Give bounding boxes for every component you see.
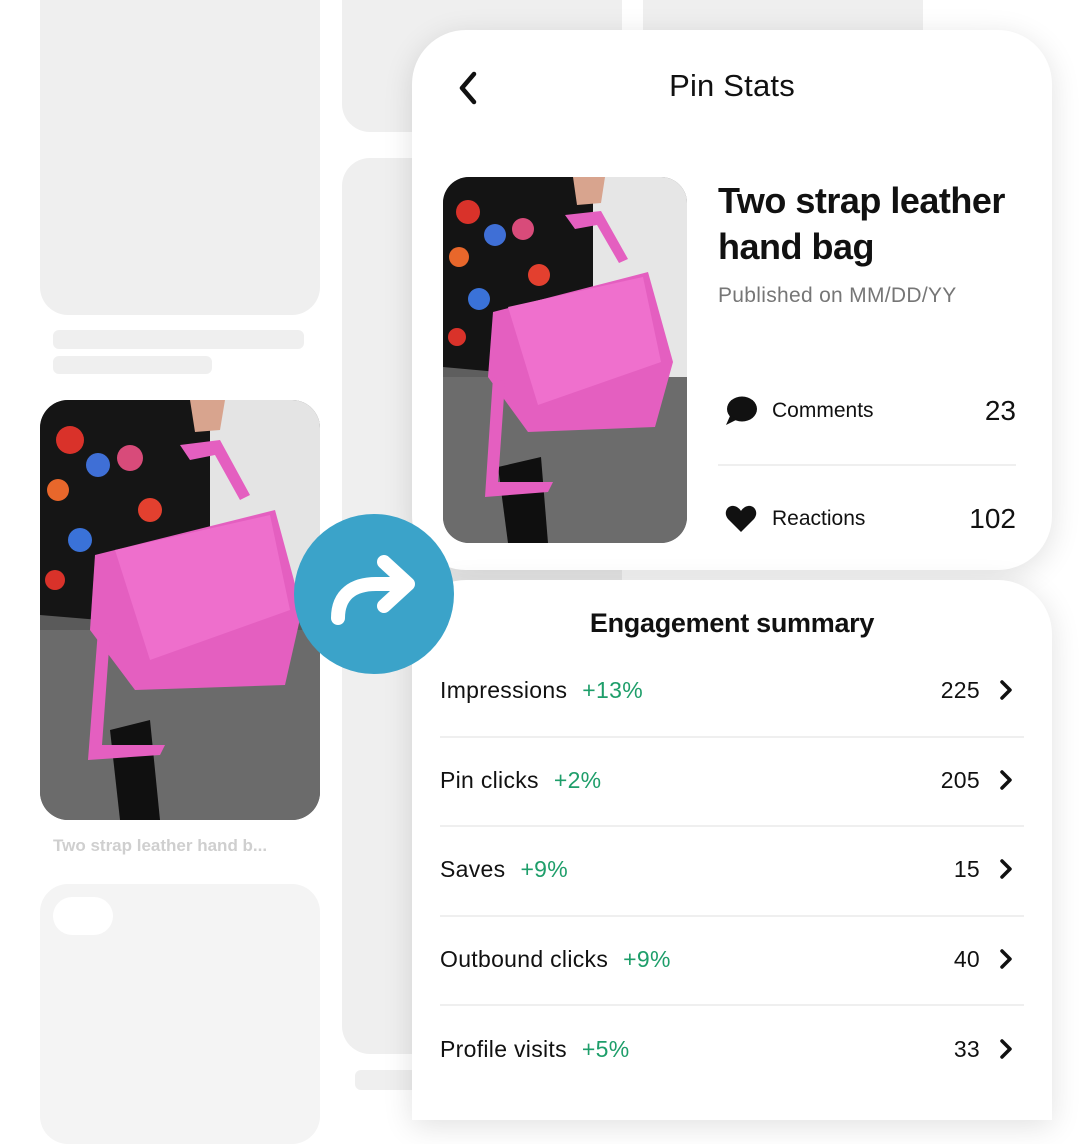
- stat-value: 102: [969, 503, 1016, 534]
- stat-label: Comments: [772, 399, 874, 422]
- stat-value: 23: [984, 395, 1016, 426]
- feed-pin-image[interactable]: [40, 400, 320, 820]
- metric-name: Outbound clicks: [440, 945, 609, 972]
- chevron-right-icon: [1000, 859, 1012, 879]
- stat-label: Reactions: [772, 507, 866, 530]
- metric-delta: +9%: [623, 945, 671, 972]
- feed-placeholder-card: [40, 0, 320, 315]
- metric-delta: +13%: [582, 676, 643, 703]
- metric-value: 15: [953, 855, 980, 882]
- page-title: Pin Stats: [669, 68, 795, 103]
- share-button[interactable]: [294, 514, 454, 674]
- handbag-photo: [40, 400, 320, 820]
- metric-value: 225: [940, 676, 980, 703]
- chevron-right-icon: [1000, 680, 1012, 700]
- pin-stats-card: Pin Stats Two strap leather hand bag Pub…: [412, 30, 1052, 570]
- feed-placeholder-line: [53, 356, 212, 374]
- share-arrow-icon: [331, 555, 415, 625]
- engagement-row-impressions[interactable]: Impressions +13% 225: [440, 645, 1024, 735]
- metric-value: 33: [953, 1035, 980, 1062]
- stat-reactions[interactable]: Reactions 102: [724, 499, 1016, 539]
- feed-placeholder-line: [53, 330, 304, 349]
- engagement-row-saves[interactable]: Saves +9% 15: [440, 824, 1024, 914]
- metric-name: Impressions: [440, 676, 568, 703]
- metric-value: 205: [940, 766, 980, 793]
- engagement-summary-card: Engagement summary Impressions +13% 225 …: [412, 580, 1052, 1120]
- section-title: Engagement summary: [589, 608, 875, 638]
- metric-name: Pin clicks: [440, 766, 539, 793]
- pin-title: Two strap leather hand bag: [718, 180, 1005, 267]
- handbag-photo: [443, 177, 687, 543]
- heart-icon: [724, 502, 758, 536]
- divider: [718, 464, 1016, 466]
- metric-delta: +2%: [553, 766, 602, 793]
- chevron-right-icon: [1000, 949, 1012, 969]
- engagement-row-outbound-clicks[interactable]: Outbound clicks +9% 40: [440, 914, 1024, 1004]
- chevron-right-icon: [1000, 770, 1012, 790]
- metric-name: Profile visits: [440, 1035, 567, 1062]
- feed-placeholder-card: [40, 884, 320, 1144]
- pin-thumbnail[interactable]: [443, 177, 687, 543]
- metric-name: Saves: [440, 855, 506, 882]
- engagement-row-profile-visits[interactable]: Profile visits +5% 33: [440, 1004, 1024, 1094]
- chevron-right-icon: [1000, 1039, 1012, 1059]
- feed-pin-caption[interactable]: Two strap leather hand b...: [53, 836, 267, 856]
- feed-placeholder-badge: [53, 897, 113, 935]
- published-date: Published on MM/DD/YY: [718, 284, 957, 307]
- metric-delta: +9%: [520, 855, 569, 882]
- comment-icon: [724, 394, 758, 428]
- metric-value: 40: [953, 945, 980, 972]
- stat-comments[interactable]: Comments 23: [724, 391, 1016, 431]
- metric-delta: +5%: [581, 1035, 630, 1062]
- engagement-row-pin-clicks[interactable]: Pin clicks +2% 205: [440, 735, 1024, 825]
